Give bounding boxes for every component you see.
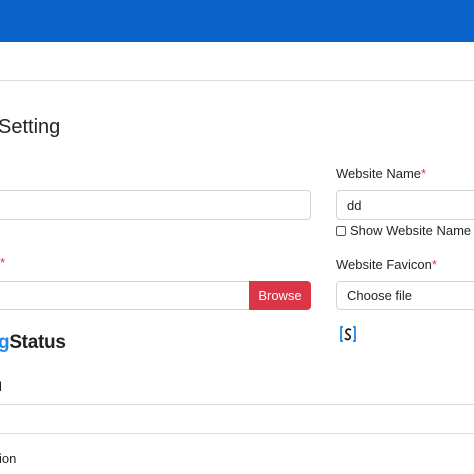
website-name-label: Website Name* <box>336 166 427 181</box>
left-input-top-line <box>0 433 474 434</box>
choose-file-label: Choose file <box>347 288 413 303</box>
website-favicon-label: Website Favicon* <box>336 257 437 272</box>
header-divider <box>0 80 474 81</box>
show-website-name-checkbox[interactable] <box>336 225 346 236</box>
left-file-label-required: * <box>0 255 6 270</box>
show-website-name-toggle[interactable]: Show Website Name <box>336 223 471 238</box>
website-name-value: dd <box>347 197 362 213</box>
show-website-name-label: Show Website Name <box>350 223 472 238</box>
left-input-bottom-line <box>0 404 474 405</box>
favicon-file-input[interactable]: Choose file <box>336 281 474 310</box>
top-navbar <box>0 0 474 42</box>
left-text-input[interactable] <box>0 190 311 220</box>
left-field-label: l <box>0 379 2 394</box>
left-field-label-2: ion <box>0 451 17 466</box>
left-file-input[interactable] <box>0 281 252 310</box>
brand-logo-icon <box>339 325 357 343</box>
page-title: Setting <box>0 116 61 138</box>
site-logo: gStatus <box>0 332 66 353</box>
browse-button[interactable]: Browse <box>249 281 311 310</box>
website-name-input[interactable]: dd <box>336 190 474 220</box>
